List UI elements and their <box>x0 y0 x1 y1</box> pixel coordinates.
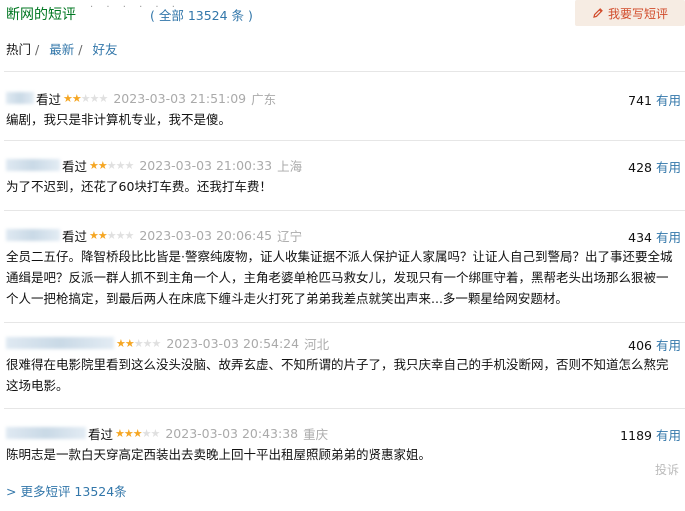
tab-latest[interactable]: 最新 <box>49 42 74 57</box>
watch-status: 看过 <box>62 158 88 174</box>
sort-tabs: 热门 / 最新 / 好友 <box>6 39 121 58</box>
comment-meta: 看过 ★★★★★ 2023-03-03 21:51:09 广东 741 有用 <box>0 89 685 109</box>
watch-status: 看过 <box>88 426 114 442</box>
total-count-link[interactable]: ( 全部 13524 条 ) <box>150 5 253 24</box>
vote-area: 428 有用 <box>628 157 681 176</box>
vote-count: 741 <box>628 93 652 108</box>
comment-text: 为了不迟到，还花了60块打车费。还我打车费！ <box>6 179 272 194</box>
comment-meta: 看过 ★★★★★ 2023-03-03 20:06:45 辽宁 434 有用 <box>0 226 685 246</box>
vote-count: 1189 <box>620 428 652 443</box>
useful-button[interactable]: 有用 <box>656 428 681 443</box>
tab-separator: / <box>35 42 40 57</box>
comments-header: 断网的短评 · · · · · · ( 全部 13524 条 ) 我要写短评 <box>0 0 685 30</box>
divider <box>4 408 685 409</box>
tab-hot[interactable]: 热门 <box>6 42 31 57</box>
comment-text: 陈明志是一款白天穿高定西装出去卖晚上回十平出租屋照顾弟弟的贤惠家姐。 <box>6 447 432 462</box>
tab-friends[interactable]: 好友 <box>92 42 117 57</box>
more-comments-link[interactable]: > 更多短评 13524条 <box>6 481 127 500</box>
useful-button[interactable]: 有用 <box>656 160 681 175</box>
comment-meta: 看过 ★★★★★ 2023-03-03 20:43:38 重庆 1189 有用 <box>0 424 685 444</box>
rating-stars: ★★★★★ <box>115 426 160 440</box>
comment-location: 上海 <box>277 158 303 174</box>
vote-count: 428 <box>628 160 652 175</box>
section-title: 断网的短评 <box>6 7 76 23</box>
useful-button[interactable]: 有用 <box>656 230 681 245</box>
comment-time[interactable]: 2023-03-03 20:43:38 <box>165 426 298 441</box>
blurred-username[interactable] <box>6 427 86 439</box>
report-link[interactable]: 投诉 <box>655 461 679 478</box>
vote-area: 406 有用 <box>628 335 681 354</box>
blurred-username[interactable] <box>6 229 60 241</box>
comment-time[interactable]: 2023-03-03 20:06:45 <box>139 228 272 243</box>
comment-location: 辽宁 <box>277 228 303 244</box>
useful-button[interactable]: 有用 <box>656 93 681 108</box>
comment-meta: 看过 ★★★★★ 2023-03-03 21:00:33 上海 428 有用 <box>0 156 685 176</box>
vote-area: 1189 有用 <box>620 425 681 444</box>
blurred-username[interactable] <box>6 337 114 349</box>
pencil-icon <box>592 7 604 19</box>
rating-stars: ★★★★★ <box>116 336 161 350</box>
rating-stars: ★★★★★ <box>89 158 134 172</box>
useful-button[interactable]: 有用 <box>656 338 681 353</box>
rating-stars: ★★★★★ <box>89 228 134 242</box>
watch-status: 看过 <box>62 228 88 244</box>
comment-location: 广东 <box>251 91 277 107</box>
comment-time[interactable]: 2023-03-03 20:54:24 <box>166 336 299 351</box>
comment-location: 重庆 <box>303 426 329 442</box>
comment-time[interactable]: 2023-03-03 21:51:09 <box>113 91 246 106</box>
divider <box>4 71 685 72</box>
comment-time[interactable]: 2023-03-03 21:00:33 <box>139 158 272 173</box>
blurred-username[interactable] <box>6 159 60 171</box>
vote-area: 434 有用 <box>628 227 681 246</box>
comment-location: 河北 <box>304 336 330 352</box>
comment-text: 全员二五仔。降智桥段比比皆是·警察纯废物，证人收集证据不派人保护证人家属吗？让证… <box>6 249 673 306</box>
comment-meta: ★★★★★ 2023-03-03 20:54:24 河北 406 有用 <box>0 334 685 354</box>
comment-text: 编剧，我只是非计算机专业，我不是傻。 <box>6 112 232 127</box>
divider <box>4 140 685 141</box>
vote-count: 406 <box>628 338 652 353</box>
write-comment-label: 我要写短评 <box>607 6 668 21</box>
write-comment-button[interactable]: 我要写短评 <box>575 0 685 26</box>
vote-area: 741 有用 <box>628 90 681 109</box>
divider <box>4 210 685 211</box>
comment-text: 很难得在电影院里看到这么没头没脑、故弄玄虚、不知所谓的片子了，我只庆幸自己的手机… <box>6 357 669 393</box>
blurred-username[interactable] <box>6 92 34 104</box>
watch-status: 看过 <box>36 91 62 107</box>
divider <box>4 322 685 323</box>
tab-separator: / <box>78 42 83 57</box>
rating-stars: ★★★★★ <box>63 91 108 105</box>
vote-count: 434 <box>628 230 652 245</box>
